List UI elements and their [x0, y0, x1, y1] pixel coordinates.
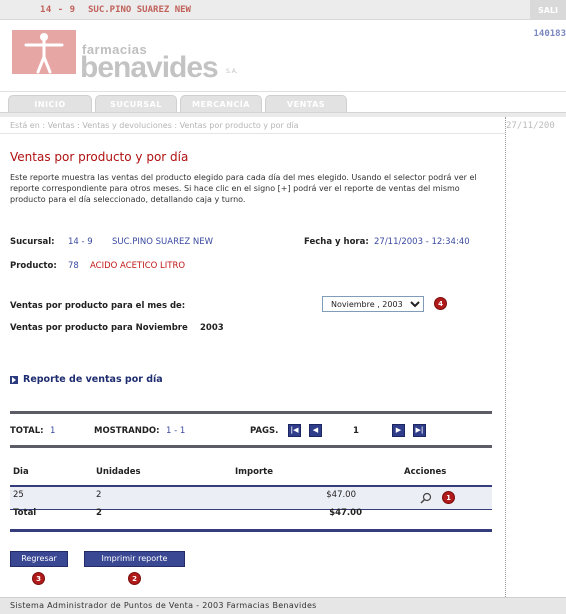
table-footer-rule	[10, 529, 492, 532]
pages-label: PAGS.	[250, 426, 279, 436]
tab-mercancia[interactable]: MERCANCÍA	[180, 95, 262, 112]
total-row-label: Total	[13, 508, 37, 518]
main-tabs: INICIO SUCURSAL MERCANCÍA VENTAS	[8, 95, 347, 112]
breadcrumb-bar: Está en : Ventas : Ventas y devoluciones…	[0, 117, 505, 134]
right-column-divider	[505, 117, 506, 597]
cell-importe: $47.00	[326, 490, 356, 500]
session-number: 140183	[533, 29, 566, 39]
logout-button[interactable]: SALI	[530, 0, 566, 20]
next-page-icon[interactable]: ▶	[392, 424, 405, 437]
cell-unidades: 2	[96, 490, 102, 500]
badge-print: 2	[128, 572, 141, 585]
tab-inicio[interactable]: INICIO	[8, 95, 92, 112]
logo-trademark: S.A.	[226, 68, 238, 75]
col-importe: Importe	[235, 467, 273, 477]
badge-back: 3	[32, 572, 45, 585]
pagination-top-rule	[10, 411, 492, 414]
top-branch-code: 14 - 9	[40, 5, 76, 15]
pagination-bottom-rule	[10, 445, 492, 448]
producto-code: 78	[68, 261, 79, 271]
total-row-empty	[392, 503, 492, 523]
tab-ventas[interactable]: VENTAS	[265, 95, 347, 112]
showing-value: 1 - 1	[166, 426, 186, 436]
sucursal-code: 14 - 9	[68, 237, 93, 247]
footer-text: Sistema Administrador de Puntos de Venta…	[10, 601, 317, 610]
table-header-row: Dia Unidades Importe Acciones	[10, 461, 492, 483]
last-page-icon[interactable]: ▶|	[413, 424, 426, 437]
fecha-label: Fecha y hora:	[304, 237, 369, 247]
prev-page-icon[interactable]: ◀	[309, 424, 322, 437]
cell-dia: 25	[13, 490, 24, 500]
header: farmacias benavides S.A. 140183	[0, 20, 566, 92]
logo-big-text: benavides	[80, 51, 219, 84]
badge-select: 4	[434, 297, 447, 310]
print-report-button[interactable]: Imprimir reporte	[84, 551, 185, 567]
month-select[interactable]: Noviembre , 2003	[322, 296, 424, 312]
arrow-right-icon	[10, 375, 18, 384]
right-panel-date: 27/11/200	[506, 121, 555, 131]
page-description: Este reporte muestra las ventas del prod…	[10, 173, 477, 204]
col-acciones: Acciones	[404, 467, 447, 477]
pagination-bar: TOTAL: 1 MOSTRANDO: 1 - 1 PAGS. |◀ ◀ 1 ▶…	[10, 423, 492, 441]
producto-label: Producto:	[10, 261, 57, 271]
total-row-unidades: 2	[96, 508, 102, 518]
badge-action: 1	[442, 491, 455, 504]
month-caption: Ventas por producto para Noviembre	[10, 323, 188, 333]
sucursal-name: SUC.PINO SUAREZ NEW	[112, 237, 214, 247]
producto-name: ACIDO ACETICO LITRO	[90, 261, 186, 271]
current-page: 1	[353, 426, 359, 436]
month-caption-year: 2003	[200, 323, 224, 333]
total-value: 1	[50, 426, 56, 436]
showing-label: MOSTRANDO:	[94, 426, 160, 436]
daily-report-link[interactable]: Reporte de ventas por día	[10, 374, 163, 385]
table-total-row: Total 2 $47.00	[10, 503, 492, 523]
total-row-importe: $47.00	[329, 508, 362, 518]
tab-sucursal[interactable]: SUCURSAL	[95, 95, 177, 112]
daily-report-link-label: Reporte de ventas por día	[23, 374, 163, 385]
first-page-icon[interactable]: |◀	[288, 424, 301, 437]
page-title: Ventas por producto y por día	[10, 150, 189, 164]
fecha-value: 27/11/2003 - 12:34:40	[374, 237, 470, 247]
footer: Sistema Administrador de Puntos de Venta…	[0, 597, 566, 614]
total-label: TOTAL:	[10, 426, 44, 436]
logo-figure-icon	[12, 30, 76, 74]
breadcrumb: Está en : Ventas : Ventas y devoluciones…	[10, 121, 299, 130]
month-prompt: Ventas por producto para el mes de:	[10, 301, 186, 311]
sucursal-label: Sucursal:	[10, 237, 55, 247]
col-dia: Dia	[13, 467, 29, 477]
top-strip: 14 - 9 SUC.PINO SUAREZ NEW SALI	[0, 0, 566, 20]
back-button[interactable]: Regresar	[10, 551, 68, 567]
col-unidades: Unidades	[96, 467, 141, 477]
top-branch-name: SUC.PINO SUAREZ NEW	[88, 5, 191, 15]
magnifier-icon[interactable]	[420, 492, 432, 504]
